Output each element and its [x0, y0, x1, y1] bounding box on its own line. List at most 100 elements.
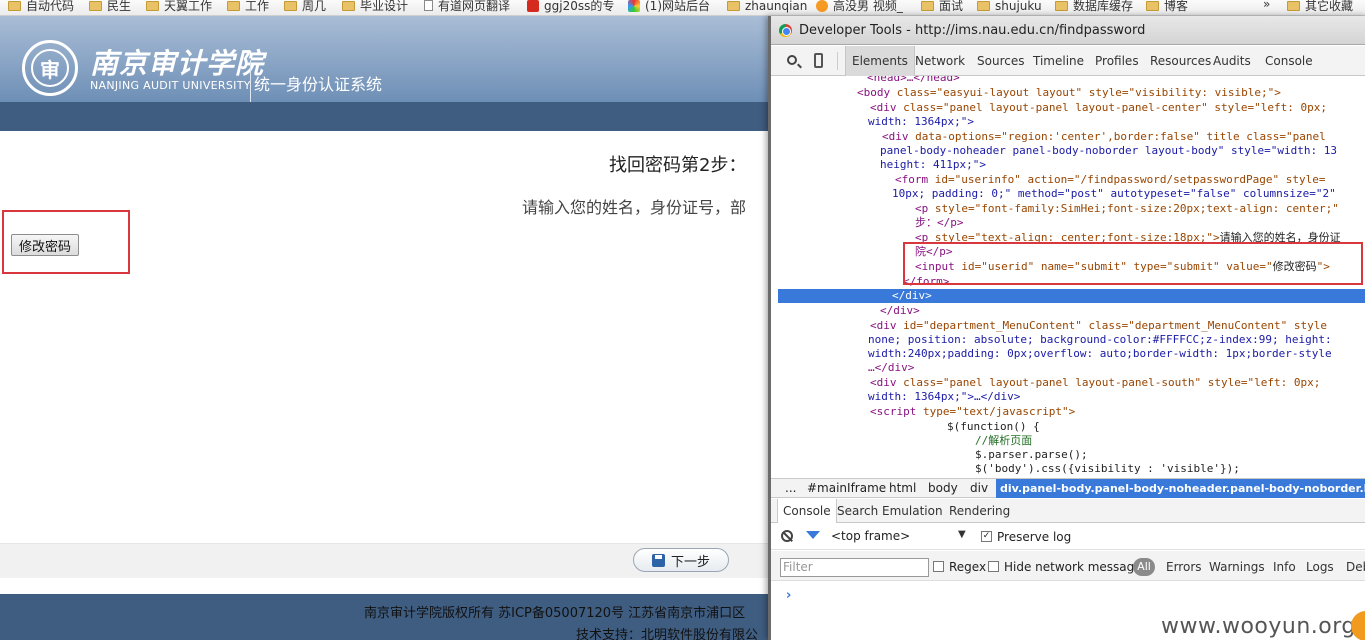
- dom-node[interactable]: <head>…</head>: [867, 76, 960, 85]
- bookmark-item[interactable]: 周几: [284, 0, 326, 14]
- dom-node[interactable]: <div class="panel layout-panel layout-pa…: [870, 376, 1320, 390]
- bookmark-item[interactable]: 民生: [89, 0, 131, 14]
- logo-emblem: 审: [31, 49, 69, 87]
- bookmark-item[interactable]: ggj20ss的专: [527, 0, 614, 14]
- breadcrumb-item[interactable]: div: [970, 481, 988, 495]
- site-header: 审 南京审计学院 NANJING AUDIT UNIVERSITY 统一身份认证…: [0, 16, 770, 108]
- console-prompt-icon[interactable]: ›: [786, 588, 791, 603]
- tab-profiles[interactable]: Profiles: [1089, 46, 1145, 76]
- folder-icon: [1146, 0, 1159, 11]
- filter-icon[interactable]: [806, 531, 820, 539]
- folder-icon: [89, 0, 102, 11]
- script-line: $(function() {: [947, 420, 1040, 433]
- dom-node-cont: width: 1364px;">…</div>: [868, 390, 1021, 403]
- folder-icon: [1287, 0, 1300, 11]
- level-debug[interactable]: Deb: [1346, 560, 1365, 574]
- dropdown-arrow-icon[interactable]: ▼: [958, 529, 966, 540]
- bookmark-item[interactable]: 博客: [1146, 0, 1188, 14]
- level-all-button[interactable]: All: [1133, 558, 1155, 576]
- drawer-tab-search[interactable]: Search: [832, 499, 883, 523]
- next-step-button[interactable]: 下一步: [633, 548, 729, 572]
- university-logo: 审: [22, 40, 78, 96]
- drawer-tab-emulation[interactable]: Emulation: [877, 499, 948, 523]
- folder-icon: [977, 0, 990, 11]
- chrome-icon: [779, 24, 792, 37]
- page-icon: [424, 0, 433, 11]
- preserve-log-checkbox[interactable]: ✓: [981, 531, 992, 542]
- bookmark-item[interactable]: 数据库缓存: [1055, 0, 1133, 14]
- devtools-titlebar[interactable]: Developer Tools - http://ims.nau.edu.cn/…: [771, 16, 1365, 45]
- dom-node-cont: 步：</p>: [915, 216, 964, 229]
- dom-node-close: </div>: [880, 304, 920, 317]
- dom-node[interactable]: <div class="panel layout-panel layout-pa…: [870, 101, 1327, 115]
- folder-icon: [284, 0, 297, 11]
- regex-label: Regex: [949, 560, 987, 574]
- tab-sources[interactable]: Sources: [971, 46, 1030, 76]
- device-mode-icon[interactable]: [814, 53, 823, 68]
- folder-icon: [1055, 0, 1068, 11]
- inspect-search-icon[interactable]: [787, 55, 797, 65]
- tab-timeline[interactable]: Timeline: [1027, 46, 1090, 76]
- drawer-tab-console[interactable]: Console: [777, 499, 837, 523]
- console-filter-input[interactable]: Filter: [780, 558, 929, 577]
- dom-node[interactable]: <script type="text/javascript">: [870, 405, 1075, 419]
- bookmark-item[interactable]: 工作: [227, 0, 269, 14]
- footer-copyright: 南京审计学院版权所有 苏ICP备05007120号 江苏省南京市浦口区: [364, 606, 746, 621]
- dom-node-cont: none; position: absolute; background-col…: [868, 333, 1332, 346]
- regex-checkbox[interactable]: [933, 561, 944, 572]
- breadcrumb-item[interactable]: body: [928, 481, 958, 495]
- breadcrumb-item[interactable]: ...: [785, 481, 796, 495]
- dom-node[interactable]: <div id="department_MenuContent" class="…: [870, 319, 1327, 333]
- breadcrumb: ... #mainIframe html body div div.panel-…: [771, 478, 1365, 498]
- level-info[interactable]: Info: [1273, 560, 1296, 574]
- folder-icon: [8, 0, 21, 11]
- bookmark-item[interactable]: (1)网站后台: [628, 0, 710, 14]
- dom-node[interactable]: <div data-options="region:'center',borde…: [882, 130, 1326, 144]
- selected-dom-row[interactable]: </div>: [778, 289, 1365, 303]
- devtools-toolbar: Elements Network Sources Timeline Profil…: [771, 46, 1365, 76]
- nav-bar: [0, 102, 770, 131]
- breadcrumb-item[interactable]: #mainIframe: [807, 481, 886, 495]
- footer-support: 技术支持：北明软件股份有限公: [576, 628, 759, 640]
- bookmarks-more-chevron[interactable]: »: [1263, 0, 1270, 11]
- bookmark-item[interactable]: shujuku: [977, 0, 1042, 14]
- level-errors[interactable]: Errors: [1166, 560, 1202, 574]
- bookmark-item[interactable]: 高没男 视频_: [816, 0, 903, 14]
- dom-node-cont: …</div>: [868, 361, 915, 374]
- tab-audits[interactable]: Audits: [1207, 46, 1257, 76]
- frame-select[interactable]: <top frame>: [831, 529, 910, 543]
- other-bookmarks[interactable]: 其它收藏: [1287, 0, 1353, 14]
- breadcrumb-item-active[interactable]: div.panel-body.panel-body-noheader.panel…: [996, 479, 1365, 498]
- folder-icon: [342, 0, 355, 11]
- csdn-icon: [527, 0, 539, 12]
- bookmark-item[interactable]: 毕业设计: [342, 0, 408, 14]
- dom-node-cont: width: 1364px;">: [868, 115, 974, 128]
- dom-node[interactable]: <body class="easyui-layout layout" style…: [857, 86, 1281, 100]
- bookmark-item[interactable]: 自动代码: [8, 0, 74, 14]
- folder-icon: [727, 0, 740, 11]
- dom-node[interactable]: <p style="font-family:SimHei;font-size:2…: [915, 202, 1339, 216]
- bookmark-item[interactable]: zhaunqian: [727, 0, 807, 14]
- drawer-tab-rendering[interactable]: Rendering: [944, 499, 1015, 523]
- elements-tree[interactable]: <head>…</head> <body class="easyui-layou…: [771, 76, 1365, 478]
- bookmark-item[interactable]: 天翼工作: [146, 0, 212, 14]
- change-password-button[interactable]: 修改密码: [11, 234, 79, 256]
- tab-network[interactable]: Network: [909, 46, 971, 76]
- dom-node-close: </div>: [892, 289, 932, 302]
- hide-network-checkbox[interactable]: [988, 561, 999, 572]
- folder-icon: [921, 0, 934, 11]
- bookmark-item[interactable]: 有道网页翻译: [424, 0, 510, 14]
- screen: 自动代码 民生 天翼工作 工作 周几 毕业设计 有道网页翻译 ggj20ss的专…: [0, 0, 1365, 640]
- save-icon: [651, 553, 665, 567]
- level-logs[interactable]: Logs: [1306, 560, 1334, 574]
- system-name: 统一身份认证系统: [254, 75, 383, 94]
- tab-console[interactable]: Console: [1259, 46, 1319, 76]
- breadcrumb-item[interactable]: html: [889, 481, 916, 495]
- dom-node[interactable]: <form id="userinfo" action="/findpasswor…: [895, 173, 1325, 187]
- tab-elements[interactable]: Elements: [845, 46, 915, 76]
- site-icon: [628, 0, 640, 12]
- bookmark-item[interactable]: 面试: [921, 0, 963, 14]
- clear-console-icon[interactable]: [781, 530, 793, 542]
- console-output[interactable]: › www.wooyun.org: [771, 581, 1365, 640]
- level-warnings[interactable]: Warnings: [1209, 560, 1265, 574]
